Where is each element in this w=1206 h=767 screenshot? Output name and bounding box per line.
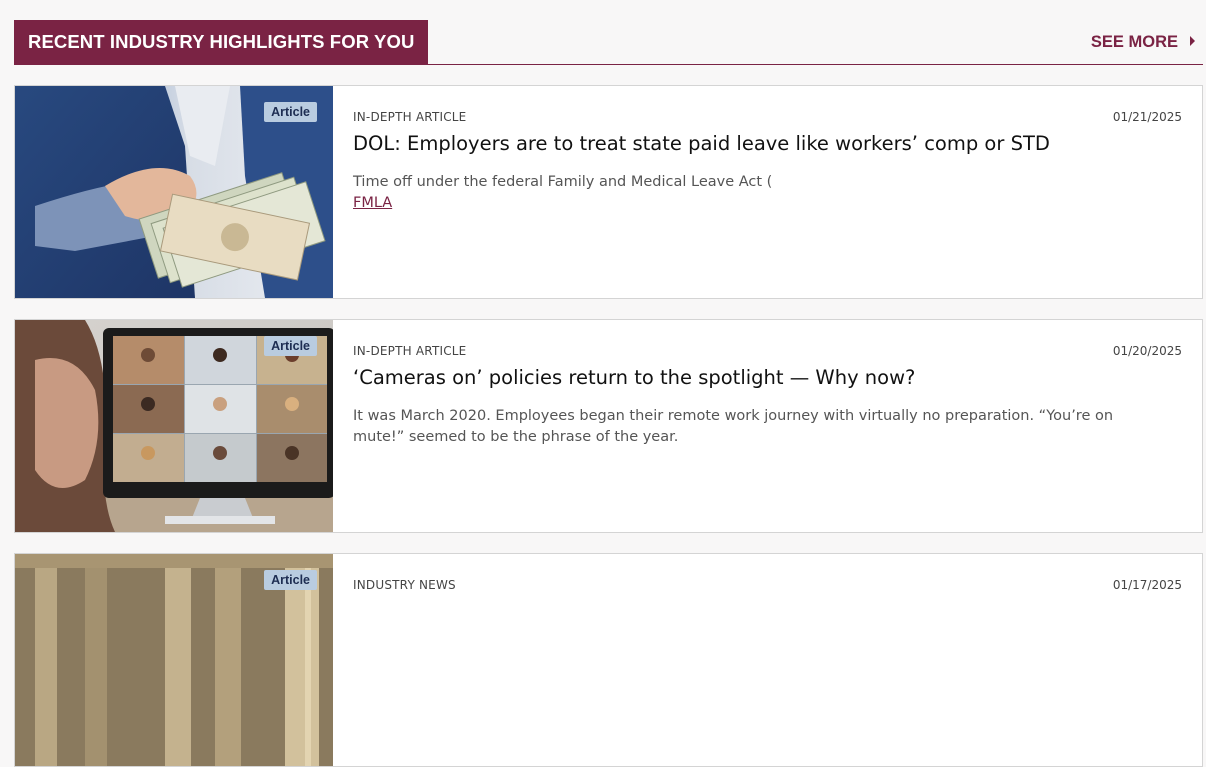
article-date: 01/20/2025 xyxy=(1112,344,1182,358)
article-type: INDUSTRY NEWS xyxy=(353,578,456,592)
article-type: IN-DEPTH ARTICLE xyxy=(353,344,467,358)
section-title: RECENT INDUSTRY HIGHLIGHTS FOR YOU xyxy=(14,20,429,64)
article-date: 01/17/2025 xyxy=(1112,578,1182,592)
fmla-link[interactable]: FMLA xyxy=(353,195,392,211)
article-card[interactable]: Article INDUSTRY NEWS 01/17/2025 xyxy=(14,553,1203,767)
article-excerpt-text: Time off under the federal Family and Me… xyxy=(353,174,773,190)
article-content: IN-DEPTH ARTICLE 01/21/2025 DOL: Employe… xyxy=(353,86,1182,298)
article-card[interactable]: Article IN-DEPTH ARTICLE 01/21/2025 DOL:… xyxy=(14,85,1203,299)
article-card[interactable]: Article IN-DEPTH ARTICLE 01/20/2025 ‘Cam… xyxy=(14,319,1203,533)
article-excerpt: Time off under the federal Family and Me… xyxy=(353,172,1152,214)
caret-right-icon xyxy=(1190,36,1195,46)
article-title[interactable]: DOL: Employers are to treat state paid l… xyxy=(353,131,1182,157)
article-content: IN-DEPTH ARTICLE 01/20/2025 ‘Cameras on’… xyxy=(353,320,1182,532)
article-thumbnail-columns[interactable]: Article xyxy=(15,554,333,766)
article-thumbnail-video-call[interactable]: Article xyxy=(15,320,333,532)
article-content: INDUSTRY NEWS 01/17/2025 xyxy=(353,554,1182,766)
article-thumbnail-money[interactable]: Article xyxy=(15,86,333,298)
article-badge: Article xyxy=(264,336,317,356)
see-more-label: SEE MORE xyxy=(1090,33,1178,51)
article-badge: Article xyxy=(264,570,317,590)
article-badge: Article xyxy=(264,102,317,122)
article-title[interactable]: ‘Cameras on’ policies return to the spot… xyxy=(353,365,1182,391)
see-more-link[interactable]: SEE MORE xyxy=(1091,20,1195,64)
article-type: IN-DEPTH ARTICLE xyxy=(353,110,467,124)
article-excerpt: It was March 2020. Employees began their… xyxy=(353,408,1114,445)
article-date: 01/21/2025 xyxy=(1112,110,1182,124)
section-header: RECENT INDUSTRY HIGHLIGHTS FOR YOU SEE M… xyxy=(14,20,1203,65)
